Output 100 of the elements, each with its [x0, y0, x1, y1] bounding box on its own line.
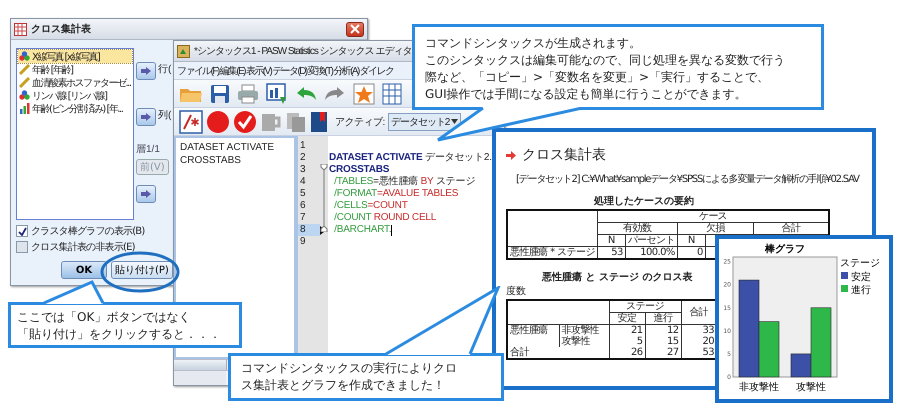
callout-text: コマンドシンタックスの実行によりクロ	[241, 360, 457, 377]
field-label: 行(	[158, 63, 172, 76]
menu-item[interactable]: ファイル(F)	[177, 64, 219, 78]
checkmark-icon[interactable]	[233, 110, 257, 134]
output-title: クロス集計表	[522, 146, 606, 164]
column-header: ステージ	[609, 300, 681, 312]
checkmark-icon	[18, 226, 26, 236]
code-line: DATASET ACTIVATE データセット2.	[329, 152, 492, 164]
navigation-item[interactable]: DATASET ACTIVATE	[180, 141, 290, 154]
move-right-button[interactable]	[136, 108, 156, 126]
redo-icon[interactable]	[324, 86, 346, 102]
arrow-right-icon	[506, 150, 516, 160]
row-header: 非攻撃性	[559, 324, 609, 336]
navigation-item[interactable]: CROSSTABS	[180, 154, 290, 167]
undo-icon[interactable]	[295, 86, 317, 102]
status-bar	[174, 371, 226, 385]
variable-item[interactable]: 年齢(ビン分割済み) [年...	[18, 102, 132, 115]
callout-text: 「貼り付け」をクリックすると．．．	[17, 326, 221, 343]
checkbox[interactable]	[16, 241, 28, 253]
active-dataset-label: アクティブ:	[335, 116, 385, 128]
text-cursor	[391, 224, 392, 236]
row-header: 攻撃性	[559, 336, 609, 347]
column-header: 進行	[645, 312, 681, 324]
table-cell: 12	[645, 324, 681, 336]
line-number: 2	[299, 152, 307, 164]
table-icon	[14, 22, 27, 36]
variable-item[interactable]: 血清酸素ホスファターゼ...	[18, 76, 132, 89]
arrow-right-icon	[141, 67, 151, 75]
arrow-right-icon	[141, 190, 151, 198]
code-line: /CELLS=COUNT	[333, 200, 408, 212]
ok-button[interactable]: OK	[61, 261, 107, 279]
row-header: 悪性腫瘍 * ステージ	[507, 246, 598, 259]
save-icon[interactable]	[210, 84, 230, 104]
code-line: /FORMAT=AVALUE TABLES	[333, 188, 458, 200]
checkbox-label: クロス集計表の非表示(E)	[31, 240, 135, 254]
row-header: 合計	[507, 347, 609, 359]
column-header: 有効数	[597, 222, 678, 234]
print-icon[interactable]	[237, 84, 259, 104]
close-icon	[350, 24, 360, 34]
column-header: N	[677, 234, 706, 246]
table-icon[interactable]	[382, 82, 402, 104]
checkbox[interactable]	[16, 225, 28, 237]
callout-text: コマンドシンタックスが生成されます。	[425, 35, 641, 52]
menu-item[interactable]: 編集(E)	[220, 64, 245, 78]
line-number: 4	[299, 176, 307, 188]
code-line: CROSSTABS	[329, 164, 390, 176]
comment-icon[interactable]	[179, 110, 203, 134]
table-title: 処理したケースの要約	[594, 194, 694, 208]
variable-item[interactable]: 年齢 [年齢]	[18, 63, 132, 76]
callout-text: ここでは「OK」ボタンではなく	[17, 309, 190, 326]
column-header: ケース	[597, 210, 830, 222]
move-right-button[interactable]	[136, 185, 156, 203]
row-header: 悪性腫瘍	[507, 324, 559, 347]
circle-icon[interactable]	[206, 110, 230, 134]
chart-window-icon[interactable]	[266, 82, 288, 104]
legend-label: 進行	[851, 285, 871, 296]
menu-item[interactable]: 表示(V)	[246, 64, 272, 78]
field-label: 列(	[158, 109, 172, 122]
ruler-icon	[19, 77, 30, 88]
window-icon	[177, 44, 190, 58]
legend-title: ステージ	[840, 258, 880, 269]
line-number: 8	[298, 224, 320, 236]
table-cell: 5	[609, 336, 645, 347]
move-right-button[interactable]	[136, 62, 156, 80]
line-number: 6	[299, 200, 307, 212]
checkbox-label: クラスタ棒グラフの表示(B)	[31, 224, 144, 238]
horizontal-scrollbar[interactable]	[174, 360, 227, 370]
balls-icon	[19, 51, 30, 62]
callout-text: GUI操作では手間になる設定も簡単に行うことができます。	[425, 86, 747, 103]
bar-chart-icon	[19, 103, 30, 114]
chart-title: 棒グラフ	[765, 244, 805, 255]
paste-button[interactable]: 貼り付け(P)	[111, 261, 173, 279]
layer-label: 層1/1	[136, 143, 160, 156]
table-cell: 15	[645, 336, 681, 347]
star-table-icon[interactable]	[353, 82, 375, 104]
callout-text: このシンタックスは編集可能なので、同じ処理を異なる変数で行う	[425, 52, 785, 69]
caret-icon	[451, 119, 458, 124]
menu-item[interactable]: ダイレク	[360, 64, 394, 78]
code-line: /BARCHART.	[333, 224, 392, 236]
table-title: 悪性腫瘍 と ステージ のクロス表	[542, 270, 692, 284]
arrow-right-icon	[141, 113, 151, 121]
dataset-dropdown[interactable]: データセット2	[388, 112, 462, 130]
menu-item[interactable]: 分析(A)	[333, 64, 359, 78]
menu-item[interactable]: データ(D)	[272, 64, 307, 78]
menu-item[interactable]: 変換(T)	[308, 64, 332, 78]
window-title: *シンタックス1 - PASW Statistics シンタックス エディタ	[194, 45, 412, 58]
line-number: 1	[299, 140, 307, 152]
dataset-path: [データセット2] C:¥What¥sampleデータ¥SPSSによる多変量データ解析の手順¥02.SAV	[516, 172, 859, 186]
variable-item[interactable]: X線写真 [x線写真]	[18, 50, 132, 63]
bookmark-icon[interactable]	[310, 110, 328, 132]
callout-text: ス集計表とグラフを作成できました！	[241, 377, 445, 394]
code-line: /TABLES=悪性腫瘍 BY ステージ	[333, 176, 476, 188]
code-line: /COUNT ROUND CELL	[333, 212, 436, 224]
table-cell: 27	[645, 347, 681, 359]
variable-item[interactable]: リンパ腺 [リンパ腺]	[18, 89, 132, 102]
legend-label: 安定	[851, 272, 871, 283]
table-unit-label: 度数	[506, 284, 526, 298]
table-cell: 26	[609, 347, 645, 359]
close-button[interactable]	[346, 22, 364, 36]
column-header: N	[597, 234, 626, 246]
